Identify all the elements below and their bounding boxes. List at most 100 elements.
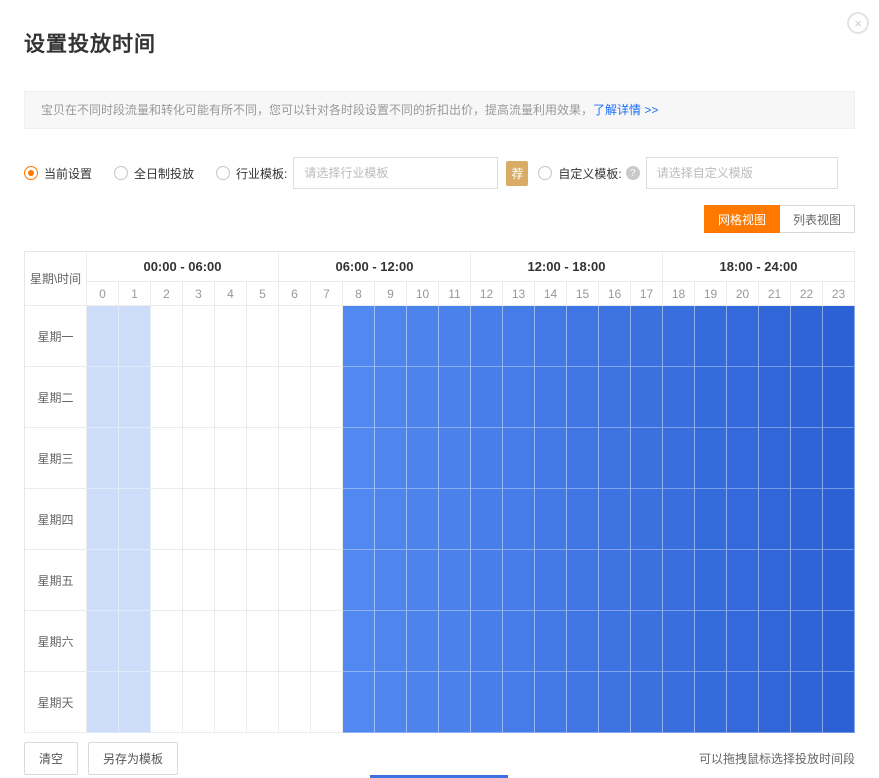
- schedule-cell[interactable]: [343, 611, 375, 672]
- schedule-cell[interactable]: [87, 428, 119, 489]
- grid-view-button[interactable]: 网格视图: [704, 205, 780, 233]
- close-icon[interactable]: ×: [847, 12, 869, 34]
- radio-custom-template[interactable]: 自定义模板:: [538, 165, 621, 182]
- schedule-cell[interactable]: [631, 550, 663, 611]
- schedule-cell[interactable]: [791, 611, 823, 672]
- schedule-cell[interactable]: [567, 550, 599, 611]
- schedule-cell[interactable]: [791, 550, 823, 611]
- schedule-cell[interactable]: [663, 611, 695, 672]
- schedule-cell[interactable]: [535, 550, 567, 611]
- schedule-cell[interactable]: [791, 672, 823, 733]
- schedule-cell[interactable]: [151, 489, 183, 550]
- schedule-cell[interactable]: [471, 611, 503, 672]
- schedule-cell[interactable]: [375, 428, 407, 489]
- schedule-cell[interactable]: [183, 306, 215, 367]
- schedule-cell[interactable]: [311, 489, 343, 550]
- schedule-cell[interactable]: [439, 367, 471, 428]
- schedule-cell[interactable]: [375, 611, 407, 672]
- schedule-cell[interactable]: [247, 672, 279, 733]
- industry-template-input[interactable]: [293, 157, 498, 189]
- save-as-template-button[interactable]: 另存为模板: [88, 742, 178, 775]
- schedule-cell[interactable]: [695, 306, 727, 367]
- radio-industry-template[interactable]: 行业模板:: [216, 165, 287, 182]
- schedule-cell[interactable]: [215, 611, 247, 672]
- schedule-cell[interactable]: [119, 489, 151, 550]
- schedule-cell[interactable]: [567, 489, 599, 550]
- schedule-cell[interactable]: [631, 306, 663, 367]
- schedule-cell[interactable]: [311, 367, 343, 428]
- schedule-cell[interactable]: [503, 489, 535, 550]
- schedule-cell[interactable]: [823, 550, 855, 611]
- schedule-cell[interactable]: [823, 489, 855, 550]
- schedule-cell[interactable]: [471, 550, 503, 611]
- schedule-cell[interactable]: [599, 428, 631, 489]
- schedule-cell[interactable]: [151, 306, 183, 367]
- schedule-cell[interactable]: [695, 550, 727, 611]
- schedule-cell[interactable]: [119, 428, 151, 489]
- schedule-cell[interactable]: [151, 611, 183, 672]
- schedule-cell[interactable]: [343, 306, 375, 367]
- schedule-cell[interactable]: [375, 367, 407, 428]
- help-icon[interactable]: ?: [626, 166, 640, 180]
- schedule-cell[interactable]: [791, 489, 823, 550]
- schedule-cell[interactable]: [119, 306, 151, 367]
- schedule-cell[interactable]: [823, 367, 855, 428]
- schedule-cell[interactable]: [567, 367, 599, 428]
- schedule-cell[interactable]: [151, 367, 183, 428]
- schedule-cell[interactable]: [599, 367, 631, 428]
- schedule-cell[interactable]: [279, 367, 311, 428]
- schedule-cell[interactable]: [695, 611, 727, 672]
- schedule-cell[interactable]: [87, 550, 119, 611]
- schedule-cell[interactable]: [727, 306, 759, 367]
- radio-all-day[interactable]: 全日制投放: [114, 165, 194, 182]
- schedule-cell[interactable]: [87, 367, 119, 428]
- schedule-cell[interactable]: [311, 672, 343, 733]
- schedule-cell[interactable]: [727, 550, 759, 611]
- schedule-cell[interactable]: [759, 306, 791, 367]
- schedule-cell[interactable]: [599, 611, 631, 672]
- schedule-cell[interactable]: [343, 672, 375, 733]
- schedule-cell[interactable]: [599, 306, 631, 367]
- schedule-cell[interactable]: [279, 550, 311, 611]
- schedule-cell[interactable]: [823, 428, 855, 489]
- schedule-cell[interactable]: [567, 672, 599, 733]
- schedule-cell[interactable]: [407, 672, 439, 733]
- schedule-cell[interactable]: [759, 672, 791, 733]
- schedule-cell[interactable]: [503, 672, 535, 733]
- schedule-cell[interactable]: [215, 489, 247, 550]
- schedule-cell[interactable]: [759, 367, 791, 428]
- schedule-cell[interactable]: [87, 672, 119, 733]
- schedule-cell[interactable]: [567, 611, 599, 672]
- schedule-cell[interactable]: [567, 306, 599, 367]
- schedule-cell[interactable]: [375, 672, 407, 733]
- clear-button[interactable]: 清空: [24, 742, 78, 775]
- schedule-cell[interactable]: [791, 306, 823, 367]
- schedule-cell[interactable]: [439, 672, 471, 733]
- schedule-cell[interactable]: [471, 367, 503, 428]
- schedule-cell[interactable]: [119, 367, 151, 428]
- schedule-cell[interactable]: [87, 306, 119, 367]
- schedule-cell[interactable]: [311, 428, 343, 489]
- schedule-cell[interactable]: [311, 306, 343, 367]
- schedule-cell[interactable]: [535, 489, 567, 550]
- schedule-cell[interactable]: [631, 611, 663, 672]
- schedule-cell[interactable]: [407, 306, 439, 367]
- radio-current-setting[interactable]: 当前设置: [24, 165, 92, 182]
- list-view-button[interactable]: 列表视图: [780, 205, 855, 233]
- schedule-cell[interactable]: [407, 428, 439, 489]
- schedule-cell[interactable]: [727, 611, 759, 672]
- schedule-cell[interactable]: [727, 489, 759, 550]
- schedule-cell[interactable]: [535, 672, 567, 733]
- schedule-cell[interactable]: [439, 550, 471, 611]
- schedule-cell[interactable]: [343, 367, 375, 428]
- schedule-cell[interactable]: [311, 611, 343, 672]
- schedule-cell[interactable]: [823, 306, 855, 367]
- schedule-cell[interactable]: [215, 367, 247, 428]
- schedule-cell[interactable]: [535, 428, 567, 489]
- schedule-cell[interactable]: [759, 611, 791, 672]
- schedule-cell[interactable]: [759, 489, 791, 550]
- schedule-cell[interactable]: [695, 367, 727, 428]
- schedule-cell[interactable]: [343, 489, 375, 550]
- schedule-cell[interactable]: [215, 306, 247, 367]
- schedule-cell[interactable]: [343, 550, 375, 611]
